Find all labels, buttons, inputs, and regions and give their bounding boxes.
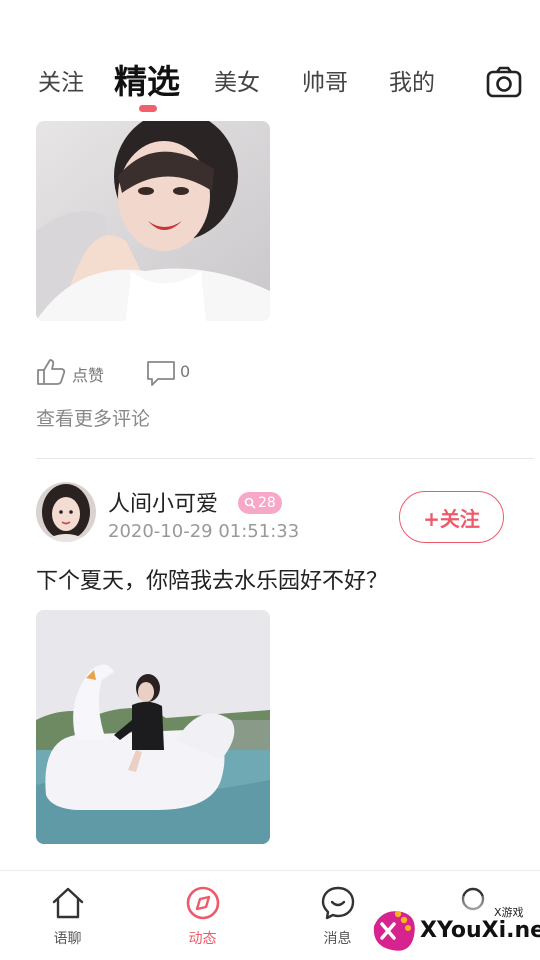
avatar[interactable] [36, 482, 96, 542]
level-badge: 28 [238, 492, 282, 514]
comment-icon[interactable] [146, 359, 176, 387]
level-value: 28 [258, 495, 276, 511]
tab-mine[interactable]: 我的 [389, 66, 435, 100]
nav-item-moments[interactable]: 动态 [135, 871, 270, 960]
camera-icon[interactable] [486, 66, 522, 98]
comment-count: 0 [180, 362, 191, 381]
post-divider [36, 458, 534, 459]
post-timestamp: 2020-10-29 01:51:33 [108, 521, 300, 542]
tab-beauty[interactable]: 美女 [214, 66, 260, 100]
post-text: 下个夏天，你陪我去水乐园好不好？ [36, 569, 389, 594]
tab-following[interactable]: 关注 [38, 66, 84, 100]
nav-label-moments: 动态 [188, 931, 217, 947]
watermark-text: XYouXi.net [420, 918, 540, 943]
nav-label-voice-chat: 语聊 [53, 931, 82, 947]
view-more-comments-link[interactable]: 查看更多评论 [36, 404, 150, 431]
top-tab-bar: 关注 精选 美女 帅哥 我的 [0, 0, 540, 116]
username[interactable]: 人间小可爱 [108, 486, 218, 518]
home-icon [52, 887, 83, 919]
post-image[interactable] [36, 121, 270, 321]
like-label[interactable]: 点赞 [72, 362, 104, 386]
thumbs-up-icon[interactable] [36, 358, 66, 386]
level-icon [244, 497, 256, 509]
feed: 点赞 0 查看更多评论 人间小可爱 28 2020-10-29 01:51:33… [0, 116, 540, 870]
compass-icon [186, 886, 219, 920]
tab-featured[interactable]: 精选 [114, 60, 180, 104]
tab-handsome[interactable]: 帅哥 [302, 66, 348, 100]
post-image[interactable] [36, 610, 270, 844]
nav-item-voice-chat[interactable]: 语聊 [0, 871, 135, 960]
post-actions: 点赞 0 [36, 356, 336, 388]
active-tab-indicator [139, 105, 157, 112]
message-smile-icon [321, 886, 354, 920]
follow-button[interactable]: +关注 [399, 491, 504, 543]
